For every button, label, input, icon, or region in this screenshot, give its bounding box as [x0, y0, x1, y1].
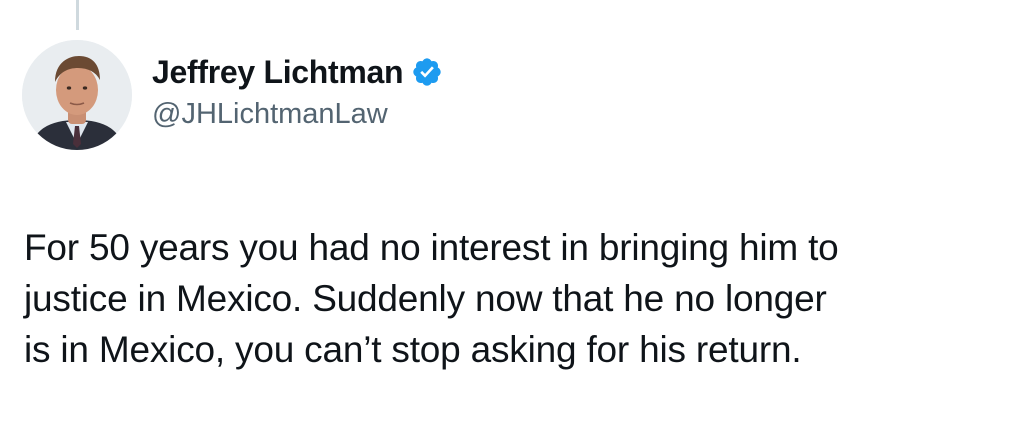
tweet[interactable]: Jeffrey Lichtman @JHLichtmanLaw For 50 y…	[0, 0, 1024, 424]
author-display-name[interactable]: Jeffrey Lichtman	[152, 54, 404, 91]
tweet-text-line: justice in Mexico. Suddenly now that he …	[24, 278, 827, 319]
tweet-text-line: is in Mexico, you can’t stop asking for …	[24, 329, 802, 370]
author-handle[interactable]: @JHLichtmanLaw	[152, 98, 443, 131]
avatar[interactable]	[22, 40, 132, 150]
name-row: Jeffrey Lichtman	[152, 52, 443, 92]
author-info: Jeffrey Lichtman @JHLichtmanLaw	[152, 52, 443, 131]
tweet-text: For 50 years you had no interest in brin…	[24, 222, 1004, 375]
tweet-text-line: For 50 years you had no interest in brin…	[24, 227, 839, 268]
verified-badge-icon[interactable]	[411, 56, 443, 88]
